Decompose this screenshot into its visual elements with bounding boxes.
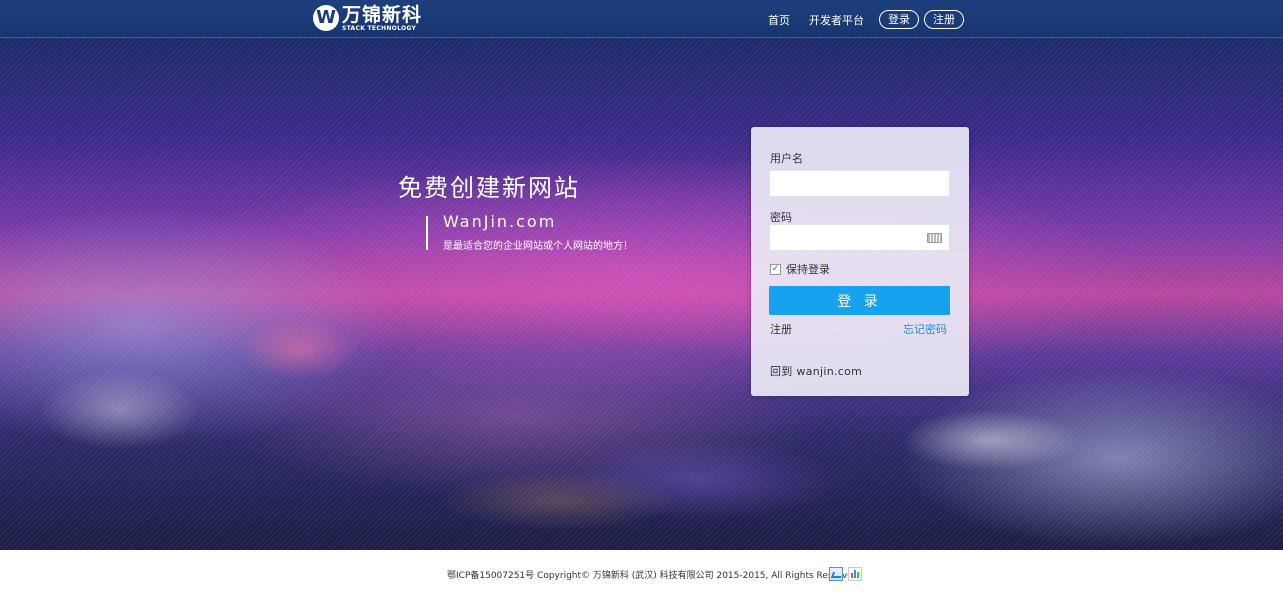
password-label: 密码 bbox=[770, 211, 792, 224]
hero-title: 免费创建新网站 bbox=[398, 174, 580, 202]
remember-me-label: 保持登录 bbox=[786, 263, 830, 276]
hero-divider bbox=[426, 216, 428, 250]
footer-copyright: 鄂ICP备15007251号 Copyright© 万锦新科 (武汉) 科技有限… bbox=[447, 571, 862, 581]
nav-developer-link[interactable]: 开发者平台 bbox=[809, 12, 864, 28]
city-skyline-image bbox=[0, 290, 1283, 550]
stats-chart-icon[interactable] bbox=[829, 567, 843, 581]
login-panel: 用户名 密码 ✓ 保持登录 登 录 注册 忘记密码 回到 wanjin.com bbox=[751, 127, 969, 396]
username-input[interactable] bbox=[769, 170, 950, 197]
logo[interactable]: W 万锦新科 STACK TECHNOLOGY bbox=[313, 3, 422, 33]
hero-description: 是最适合您的企业网站或个人网站的地方！ bbox=[443, 241, 633, 252]
hero-domain: WanJin.com bbox=[443, 212, 557, 231]
logo-mark-icon: W bbox=[313, 5, 339, 31]
forgot-password-link[interactable]: 忘记密码 bbox=[903, 321, 947, 337]
logo-tagline: STACK TECHNOLOGY bbox=[342, 24, 417, 32]
nav-register-button[interactable]: 注册 bbox=[924, 10, 964, 29]
login-submit-button[interactable]: 登 录 bbox=[769, 286, 950, 315]
checkmark-icon[interactable]: ✓ bbox=[770, 263, 781, 275]
logo-name: 万锦新科 bbox=[342, 3, 423, 26]
register-link[interactable]: 注册 bbox=[770, 321, 792, 337]
username-label: 用户名 bbox=[770, 152, 803, 165]
nav-login-button[interactable]: 登录 bbox=[879, 10, 919, 29]
password-input[interactable] bbox=[769, 224, 950, 251]
nav-home-link[interactable]: 首页 bbox=[768, 12, 790, 28]
back-to-site-link[interactable]: 回到 wanjin.com bbox=[770, 363, 862, 379]
remember-me-checkbox[interactable]: ✓ 保持登录 bbox=[770, 261, 830, 277]
bar-chart-icon[interactable] bbox=[848, 567, 862, 581]
keyboard-icon[interactable] bbox=[927, 233, 942, 243]
hero-background bbox=[0, 38, 1283, 550]
top-navbar: W 万锦新科 STACK TECHNOLOGY 首页 开发者平台 登录 注册 bbox=[0, 0, 1283, 38]
